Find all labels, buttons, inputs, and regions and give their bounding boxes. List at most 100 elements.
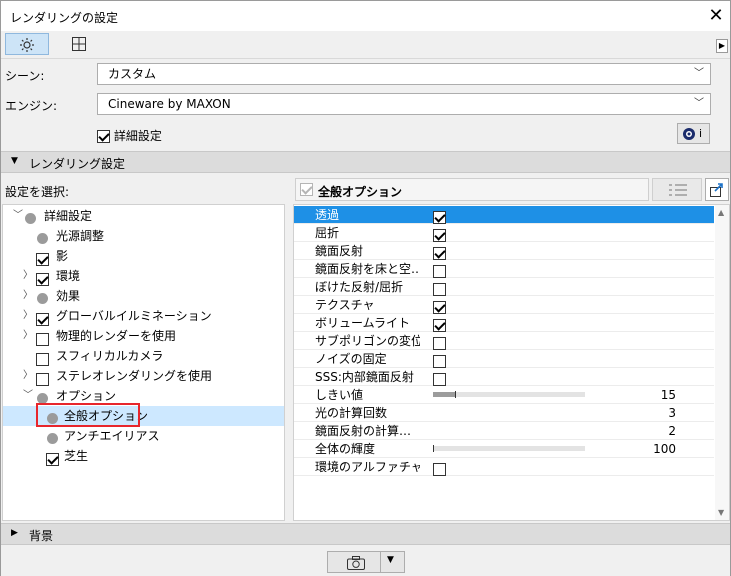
- scene-value: カスタム: [108, 67, 157, 81]
- tree-item[interactable]: 〉 環境: [3, 266, 284, 286]
- settings-tab-button[interactable]: [5, 33, 49, 55]
- tree-item-label: ステレオレンダリングを使用: [56, 369, 213, 383]
- checkbox-icon[interactable]: [46, 449, 59, 469]
- detailed-settings-label: 詳細設定: [113, 129, 162, 143]
- property-name: ぼけた反射/屈折: [315, 280, 404, 294]
- chevron-right-icon[interactable]: 〉: [23, 366, 33, 386]
- property-row[interactable]: SSS:内部鏡面反射: [294, 368, 714, 386]
- property-row[interactable]: 屈折: [294, 224, 714, 242]
- camera-icon: [347, 556, 365, 570]
- tree-item-label: 詳細設定: [44, 209, 93, 223]
- property-name: テクスチャ: [315, 298, 375, 312]
- property-row[interactable]: 光の計算回数 3: [294, 404, 714, 422]
- tree-item[interactable]: 芝生: [3, 446, 284, 466]
- chevron-right-icon[interactable]: 〉: [23, 286, 33, 306]
- property-row[interactable]: 全体の輝度 100: [294, 440, 714, 458]
- dropdown-arrow-icon[interactable]: ▼: [387, 555, 394, 565]
- tree-item-label: 環境: [56, 269, 81, 283]
- list-icon: [669, 184, 687, 196]
- property-row[interactable]: 環境のアルファチャ…: [294, 458, 714, 476]
- property-row[interactable]: ぼけた反射/屈折: [294, 278, 714, 296]
- tree-item-label: 効果: [56, 289, 81, 303]
- tree-item-label: アンチエイリアス: [64, 429, 160, 443]
- property-name: ノイズの固定: [315, 352, 387, 366]
- chevron-right-icon[interactable]: 〉: [23, 306, 33, 326]
- slider-thumb[interactable]: [433, 445, 434, 452]
- tree-item-label: グローバルイルミネーション: [56, 309, 212, 323]
- detailed-settings-checkbox[interactable]: 詳細設定: [97, 127, 162, 144]
- tree-item[interactable]: 〉 グローバルイルミネーション: [3, 306, 284, 326]
- tree-item[interactable]: ﹀ 詳細設定: [3, 206, 284, 226]
- render-camera-button[interactable]: ▼: [327, 551, 405, 573]
- window-title: レンダリングの設定: [10, 11, 119, 25]
- property-name: 屈折: [315, 226, 340, 240]
- engine-value: Cineware by MAXON: [108, 97, 231, 111]
- property-value[interactable]: 2: [668, 422, 676, 440]
- rendering-settings-section[interactable]: ▼ レンダリング設定: [1, 151, 730, 173]
- scroll-down-icon[interactable]: ▼: [718, 508, 724, 517]
- export-button[interactable]: [705, 178, 729, 201]
- property-row[interactable]: 鏡面反射を床と空…: [294, 260, 714, 278]
- scroll-up-icon[interactable]: ▲: [718, 208, 724, 217]
- chevron-right-icon[interactable]: 〉: [23, 326, 33, 346]
- background-title: 背景: [29, 529, 54, 543]
- chevron-down-icon: ﹀: [694, 68, 704, 79]
- property-name: 鏡面反射の計算…: [315, 424, 412, 438]
- property-row[interactable]: しきい値 15: [294, 386, 714, 404]
- cineware-info-button[interactable]: i: [677, 123, 710, 144]
- property-row[interactable]: 鏡面反射: [294, 242, 714, 260]
- tree-item[interactable]: 〉 ステレオレンダリングを使用: [3, 366, 284, 386]
- tree-item[interactable]: 影: [3, 246, 284, 266]
- tree-item-label: 光源調整: [56, 229, 105, 243]
- property-row[interactable]: ノイズの固定: [294, 350, 714, 368]
- property-slider[interactable]: [433, 391, 585, 398]
- select-setting-label: 設定を選択:: [5, 185, 70, 199]
- general-options-header: 全般オプション: [295, 178, 649, 201]
- property-row[interactable]: サブポリゴンの変位: [294, 332, 714, 350]
- tree-item[interactable]: 〉 物理的レンダーを使用: [3, 326, 284, 346]
- property-value[interactable]: 15: [661, 386, 676, 404]
- vertical-scrollbar[interactable]: ▲ ▼: [715, 205, 729, 520]
- highlight-box: [36, 403, 140, 427]
- split-divider: [380, 552, 381, 572]
- tree-item[interactable]: アンチエイリアス: [3, 426, 284, 446]
- checkbox-icon[interactable]: [97, 130, 110, 143]
- info-label: i: [699, 127, 703, 140]
- scroll-right-icon[interactable]: ▶: [716, 39, 728, 53]
- property-name: しきい値: [315, 388, 364, 402]
- property-row[interactable]: テクスチャ: [294, 296, 714, 314]
- engine-select[interactable]: Cineware by MAXON ﹀: [97, 93, 711, 115]
- tree-item[interactable]: 光源調整: [3, 226, 284, 246]
- chevron-right-icon[interactable]: 〉: [23, 266, 33, 286]
- property-name: 環境のアルファチャ…: [315, 460, 420, 474]
- property-row[interactable]: 鏡面反射の計算… 2: [294, 422, 714, 440]
- tree-item[interactable]: 〉 効果: [3, 286, 284, 306]
- cinema4d-logo-icon: [683, 128, 695, 140]
- background-section[interactable]: ▶ 背景: [1, 523, 730, 545]
- settings-tree: ﹀ 詳細設定 光源調整影〉環境〉効果〉グローバルイルミネーション〉物理的レンダーを使…: [2, 204, 285, 521]
- tree-item-label: 芝生: [64, 449, 89, 463]
- property-name: SSS:内部鏡面反射: [315, 370, 414, 384]
- layout-tab-button[interactable]: [57, 33, 101, 55]
- toolbar: ▶: [1, 31, 730, 59]
- property-value[interactable]: 100: [653, 440, 676, 458]
- tree-item[interactable]: スフィリカルカメラ: [3, 346, 284, 366]
- property-value[interactable]: 3: [668, 404, 676, 422]
- chevron-down-icon[interactable]: ﹀: [23, 386, 33, 406]
- title-bar: レンダリングの設定 ✕: [1, 1, 730, 31]
- property-slider[interactable]: [433, 445, 585, 452]
- slider-thumb[interactable]: [454, 391, 456, 398]
- list-view-button[interactable]: [652, 178, 702, 201]
- chevron-down-icon[interactable]: ﹀: [13, 206, 23, 226]
- header-label: 全般オプション: [318, 185, 403, 199]
- property-name: 全体の輝度: [315, 442, 376, 456]
- property-row[interactable]: 透過: [294, 206, 714, 224]
- tree-item-label: 影: [56, 249, 69, 263]
- scene-select[interactable]: カスタム ﹀: [97, 63, 711, 85]
- close-icon[interactable]: ✕: [703, 3, 729, 29]
- tree-item-label: 物理的レンダーを使用: [56, 329, 177, 343]
- property-name: 透過: [315, 208, 340, 222]
- property-checkbox[interactable]: [433, 460, 446, 478]
- header-checkbox-icon[interactable]: [300, 183, 313, 196]
- property-row[interactable]: ボリュームライト: [294, 314, 714, 332]
